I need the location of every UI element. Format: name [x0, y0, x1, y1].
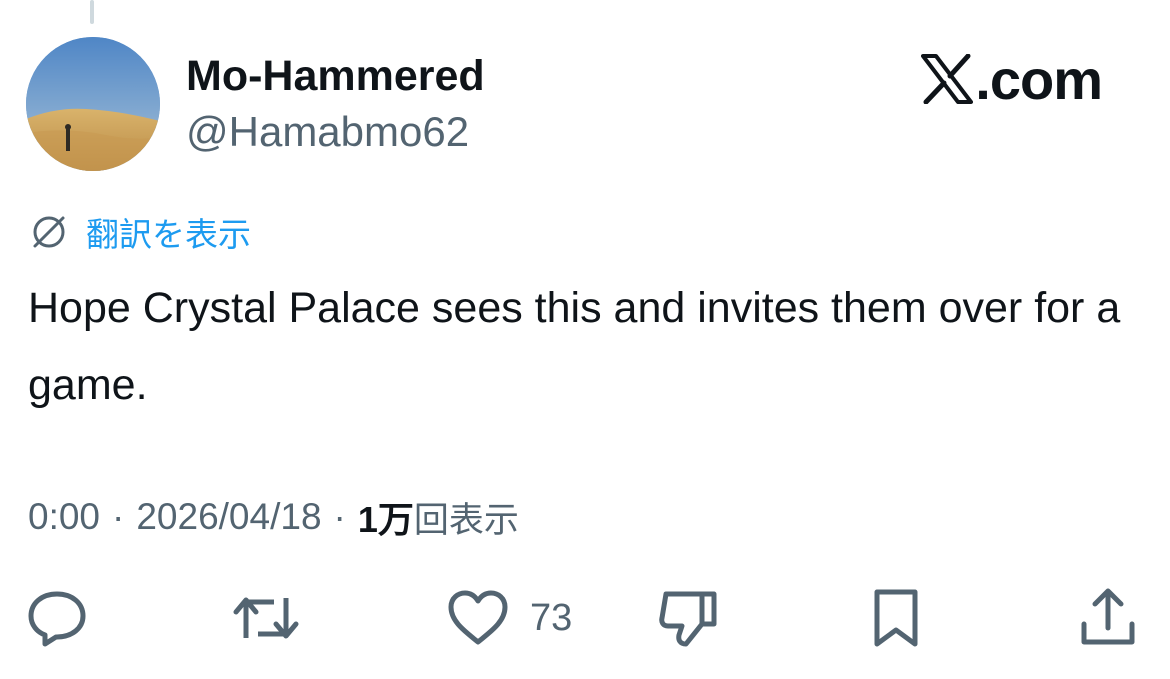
- thread-connector-line: [90, 0, 94, 24]
- separator-dot: ·: [333, 496, 346, 537]
- author-display-name[interactable]: Mo-Hammered: [186, 52, 485, 101]
- like-button[interactable]: 73: [446, 586, 572, 650]
- post-time[interactable]: 0:00: [28, 496, 100, 538]
- show-translation-link[interactable]: 翻訳を表示: [30, 210, 251, 254]
- share-icon: [1081, 588, 1135, 645]
- views-label: 回表示: [413, 500, 519, 540]
- share-button[interactable]: [1076, 586, 1140, 650]
- post-date[interactable]: 2026/04/18: [136, 496, 321, 538]
- show-translation-label: 翻訳を表示: [86, 216, 251, 253]
- post-text: Hope Crystal Palace sees this and invite…: [28, 284, 1121, 409]
- repost-button[interactable]: [232, 586, 300, 650]
- reply-button[interactable]: [25, 586, 89, 650]
- dislike-button[interactable]: [656, 586, 720, 650]
- x-logo-icon: [921, 54, 974, 104]
- x-com-watermark: .com: [921, 47, 1103, 111]
- like-count: 73: [530, 596, 573, 639]
- post-metadata: 0:00 · 2026/04/18 · 1万 回表示: [28, 492, 519, 542]
- brand-domain-text: .com: [975, 47, 1103, 111]
- thumbs-down-icon: [659, 591, 717, 647]
- separator-dot: ·: [112, 496, 125, 537]
- globe-slash-icon: [33, 216, 65, 248]
- avatar-image: [26, 37, 160, 171]
- author-handle[interactable]: @Hamabmo62: [186, 108, 469, 156]
- repost-icon: [233, 597, 299, 639]
- views-count: 1万: [357, 499, 414, 540]
- heart-icon: [448, 590, 508, 645]
- action-bar: 73: [0, 586, 1170, 650]
- bookmark-button[interactable]: [866, 586, 926, 650]
- avatar[interactable]: [26, 37, 160, 171]
- reply-icon: [28, 591, 86, 647]
- bookmark-icon: [874, 589, 918, 647]
